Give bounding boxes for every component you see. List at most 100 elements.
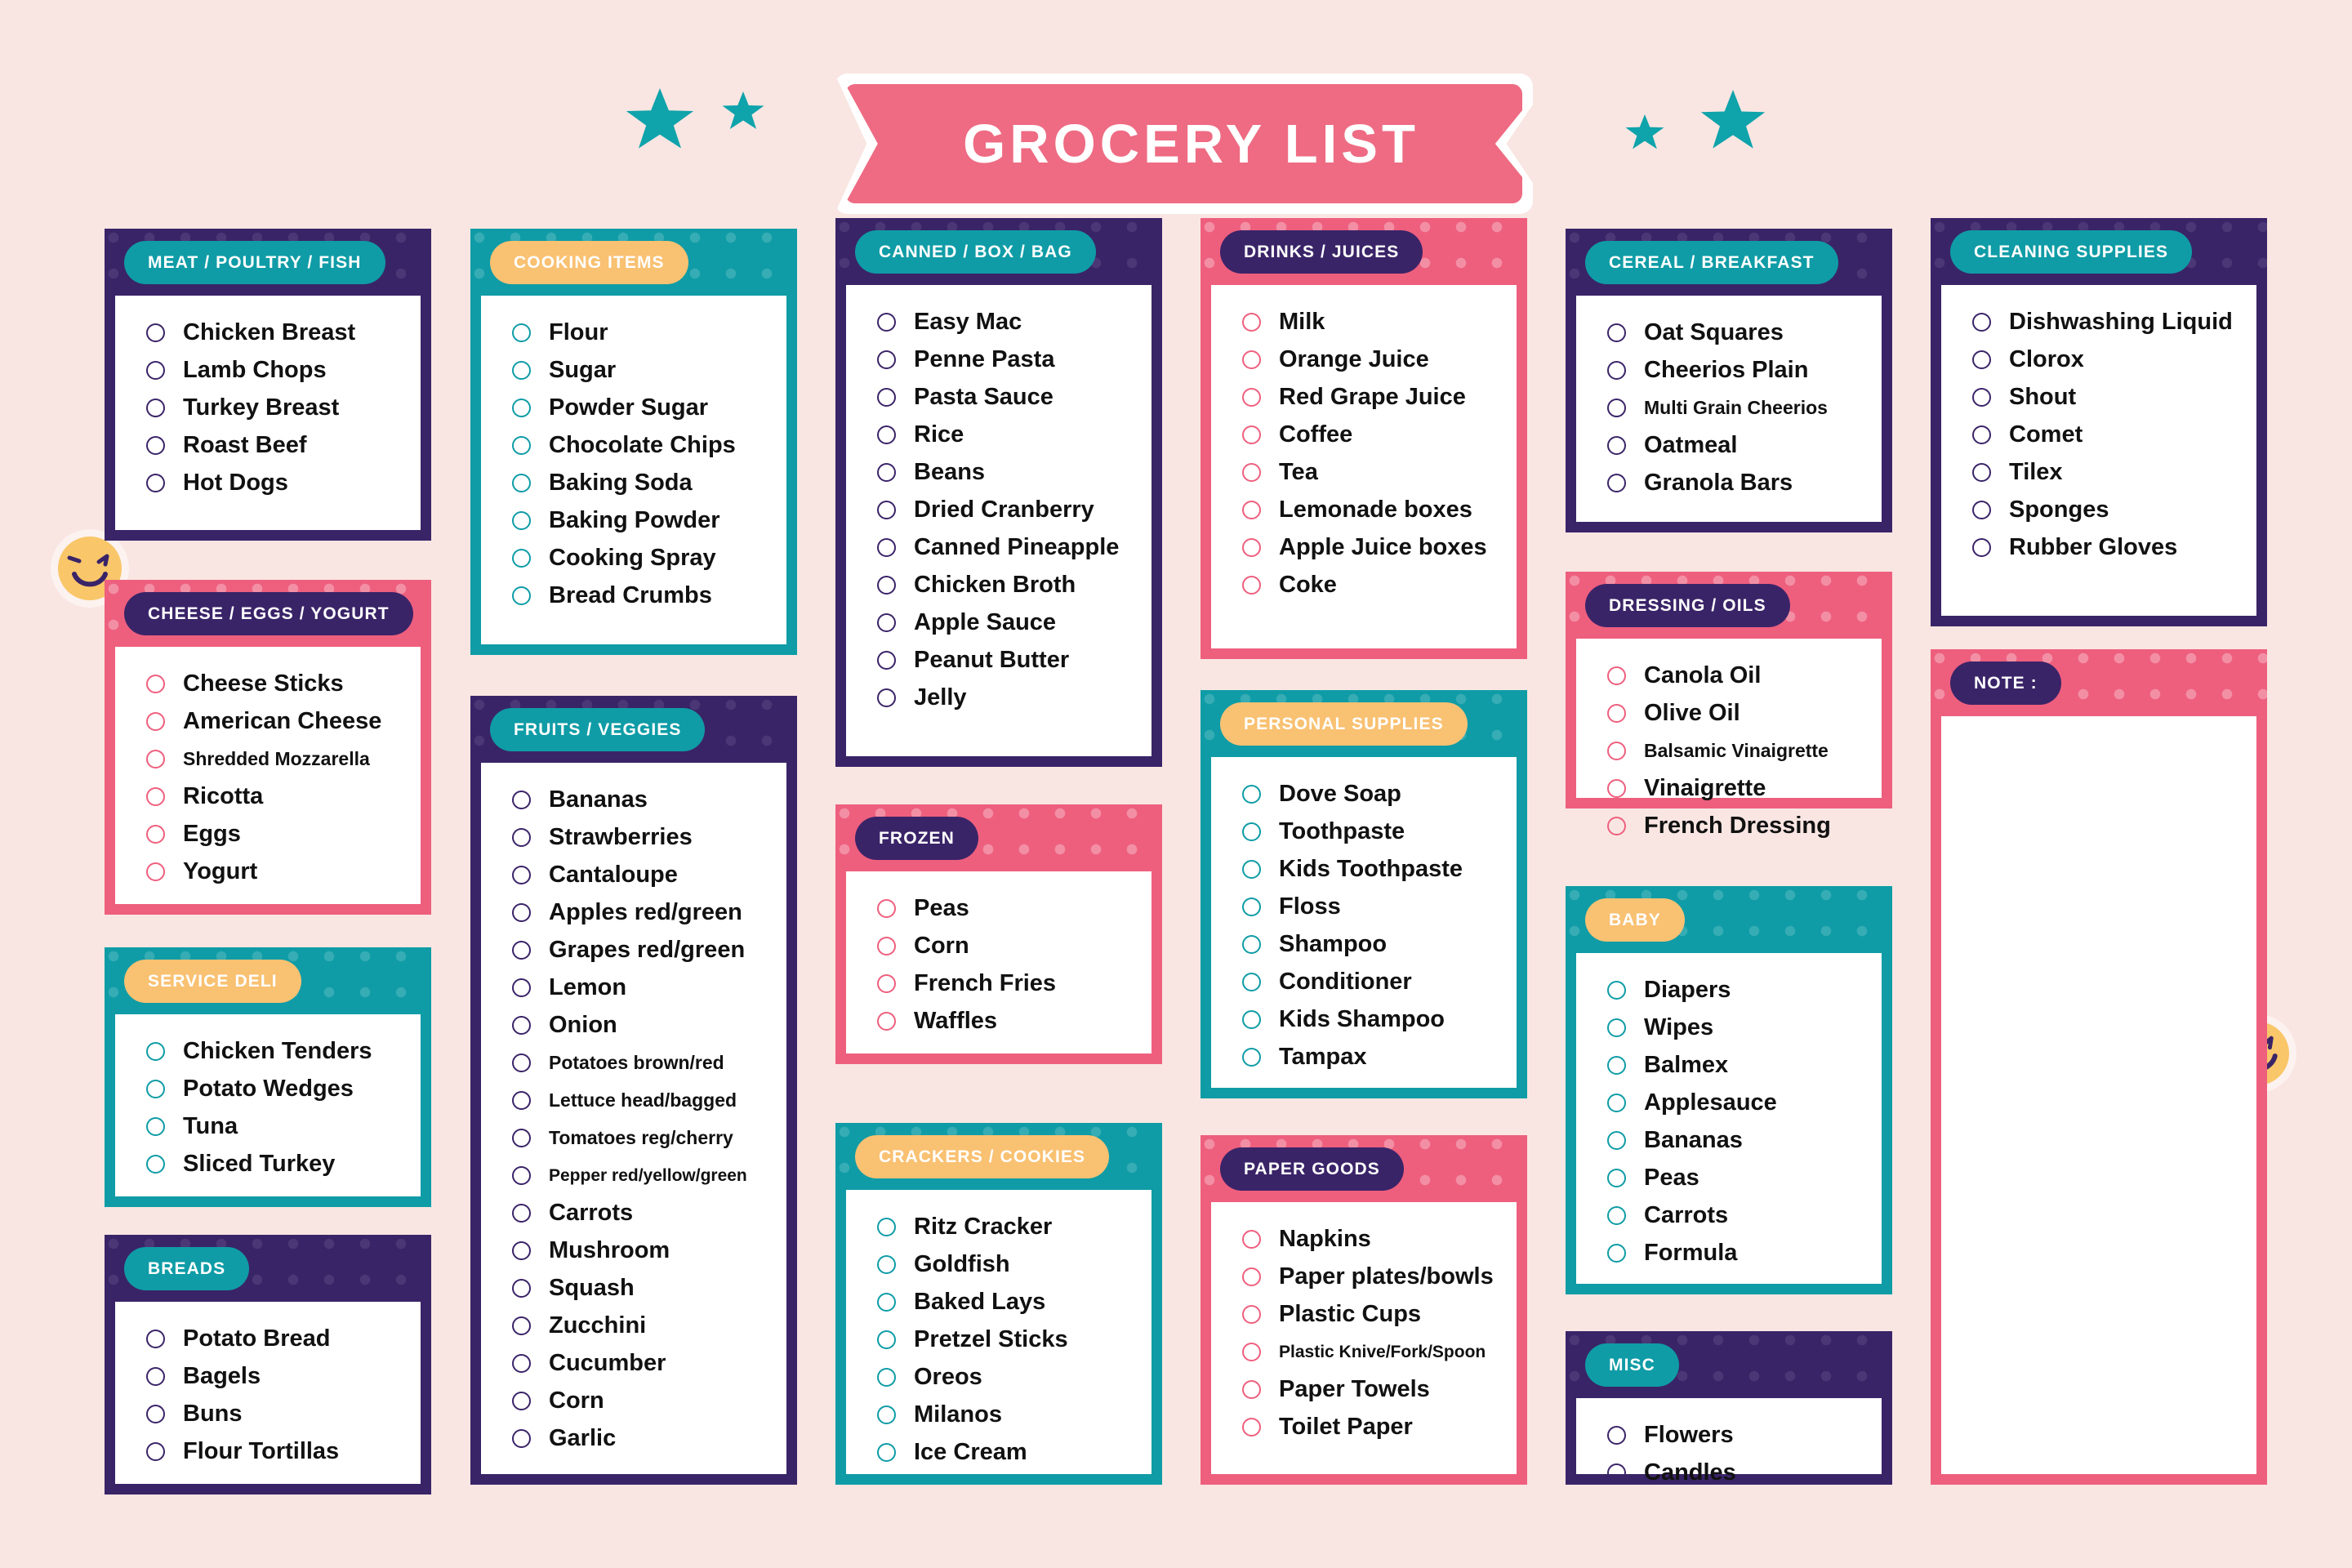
checkbox-circle-icon[interactable] [1242, 425, 1261, 444]
checkbox-circle-icon[interactable] [146, 711, 165, 731]
checklist-item[interactable]: Corn [846, 927, 1152, 964]
checklist-item[interactable]: Cooking Spray [481, 539, 786, 577]
checklist-item[interactable]: Grapes red/green [481, 931, 786, 969]
checkbox-circle-icon[interactable] [512, 1353, 531, 1373]
checkbox-circle-icon[interactable] [1607, 741, 1626, 760]
checkbox-circle-icon[interactable] [1242, 312, 1261, 332]
checkbox-circle-icon[interactable] [512, 902, 531, 922]
checklist-item[interactable]: Peas [846, 889, 1152, 927]
checklist-item[interactable]: Eggs [115, 815, 421, 853]
checkbox-circle-icon[interactable] [1607, 1093, 1626, 1112]
checklist-item[interactable]: Dishwashing Liquid [1941, 303, 2256, 341]
checklist-item[interactable]: Tea [1211, 453, 1517, 491]
checkbox-circle-icon[interactable] [146, 786, 165, 806]
checkbox-circle-icon[interactable] [1242, 1379, 1261, 1399]
checklist-item[interactable]: Carrots [1576, 1196, 1882, 1234]
checkbox-circle-icon[interactable] [877, 898, 896, 918]
checklist-item[interactable]: Coffee [1211, 416, 1517, 453]
checkbox-circle-icon[interactable] [877, 1011, 896, 1031]
checkbox-circle-icon[interactable] [877, 350, 896, 369]
checkbox-circle-icon[interactable] [1607, 1205, 1626, 1225]
checkbox-circle-icon[interactable] [1607, 703, 1626, 723]
checkbox-circle-icon[interactable] [1242, 1047, 1261, 1067]
checklist-item[interactable]: Flour Tortillas [115, 1432, 421, 1470]
checkbox-circle-icon[interactable] [877, 1367, 896, 1387]
checklist-item[interactable]: Easy Mac [846, 303, 1152, 341]
checklist-item[interactable]: Cheese Sticks [115, 665, 421, 702]
checkbox-circle-icon[interactable] [146, 1366, 165, 1386]
checklist-item[interactable]: Pasta Sauce [846, 378, 1152, 416]
checklist-item[interactable]: Kids Shampoo [1211, 1000, 1517, 1038]
checkbox-circle-icon[interactable] [146, 824, 165, 844]
checkbox-circle-icon[interactable] [512, 865, 531, 884]
checklist-item[interactable]: Sugar [481, 351, 786, 389]
checkbox-circle-icon[interactable] [1607, 980, 1626, 1000]
checkbox-circle-icon[interactable] [1607, 360, 1626, 380]
checklist-item[interactable]: Oreos [846, 1358, 1152, 1396]
checkbox-circle-icon[interactable] [1242, 537, 1261, 557]
checklist-item[interactable]: Turkey Breast [115, 389, 421, 426]
checkbox-circle-icon[interactable] [146, 398, 165, 417]
checkbox-circle-icon[interactable] [877, 537, 896, 557]
checklist-item[interactable]: Onion [481, 1006, 786, 1044]
checkbox-circle-icon[interactable] [1607, 778, 1626, 798]
checklist-item[interactable]: Bagels [115, 1357, 421, 1395]
checkbox-circle-icon[interactable] [512, 1278, 531, 1298]
checkbox-circle-icon[interactable] [1242, 1229, 1261, 1249]
checkbox-circle-icon[interactable] [1607, 1243, 1626, 1263]
checklist-item[interactable]: Balmex [1576, 1046, 1882, 1084]
checklist-item[interactable]: Yogurt [115, 853, 421, 890]
checklist-item[interactable]: Lemon [481, 969, 786, 1006]
checkbox-circle-icon[interactable] [877, 387, 896, 407]
checklist-item[interactable]: Chicken Broth [846, 566, 1152, 604]
checkbox-circle-icon[interactable] [1242, 1267, 1261, 1286]
checklist-item[interactable]: Hot Dogs [115, 464, 421, 501]
checklist-item[interactable]: Potato Wedges [115, 1070, 421, 1107]
checkbox-circle-icon[interactable] [512, 1165, 531, 1185]
checklist-item[interactable]: Sponges [1941, 491, 2256, 528]
checklist-item[interactable]: Garlic [481, 1419, 786, 1457]
checkbox-circle-icon[interactable] [877, 425, 896, 444]
checkbox-circle-icon[interactable] [1972, 462, 1991, 482]
checkbox-circle-icon[interactable] [1242, 934, 1261, 954]
checklist-item[interactable]: Lemonade boxes [1211, 491, 1517, 528]
checklist-item[interactable]: Rice [846, 416, 1152, 453]
checklist-item[interactable]: Lamb Chops [115, 351, 421, 389]
checklist-item[interactable]: Applesauce [1576, 1084, 1882, 1121]
checkbox-circle-icon[interactable] [877, 1217, 896, 1236]
checkbox-circle-icon[interactable] [1972, 387, 1991, 407]
checklist-item[interactable]: Granola Bars [1576, 464, 1882, 501]
checkbox-circle-icon[interactable] [1607, 1463, 1626, 1482]
checkbox-circle-icon[interactable] [1972, 350, 1991, 369]
checkbox-circle-icon[interactable] [1972, 425, 1991, 444]
checklist-item[interactable]: Cheerios Plain [1576, 351, 1882, 389]
checklist-item[interactable]: Wipes [1576, 1009, 1882, 1046]
checklist-item[interactable]: Apple Juice boxes [1211, 528, 1517, 566]
checkbox-circle-icon[interactable] [877, 1330, 896, 1349]
checklist-item[interactable]: Pretzel Sticks [846, 1321, 1152, 1358]
checklist-item[interactable]: Napkins [1211, 1220, 1517, 1258]
checklist-item[interactable]: Coke [1211, 566, 1517, 604]
checkbox-circle-icon[interactable] [512, 790, 531, 809]
checklist-item[interactable]: Carrots [481, 1194, 786, 1232]
checkbox-circle-icon[interactable] [146, 473, 165, 492]
checkbox-circle-icon[interactable] [877, 612, 896, 632]
checkbox-circle-icon[interactable] [1607, 1055, 1626, 1075]
checklist-item[interactable]: Tampax [1211, 1038, 1517, 1076]
checklist-item[interactable]: Orange Juice [1211, 341, 1517, 378]
checkbox-circle-icon[interactable] [877, 462, 896, 482]
checklist-item[interactable]: Chocolate Chips [481, 426, 786, 464]
checkbox-circle-icon[interactable] [1242, 822, 1261, 841]
checklist-item[interactable]: Toilet Paper [1211, 1408, 1517, 1446]
checkbox-circle-icon[interactable] [1607, 1425, 1626, 1445]
checkbox-circle-icon[interactable] [146, 323, 165, 342]
checkbox-circle-icon[interactable] [146, 674, 165, 693]
checklist-item[interactable]: Cucumber [481, 1344, 786, 1382]
checklist-item[interactable]: Formula [1576, 1234, 1882, 1272]
checkbox-circle-icon[interactable] [146, 435, 165, 455]
checklist-item[interactable]: Dove Soap [1211, 775, 1517, 813]
checkbox-circle-icon[interactable] [1242, 387, 1261, 407]
checklist-item[interactable]: Balsamic Vinaigrette [1576, 732, 1882, 769]
checkbox-circle-icon[interactable] [512, 1053, 531, 1072]
checkbox-circle-icon[interactable] [877, 688, 896, 707]
